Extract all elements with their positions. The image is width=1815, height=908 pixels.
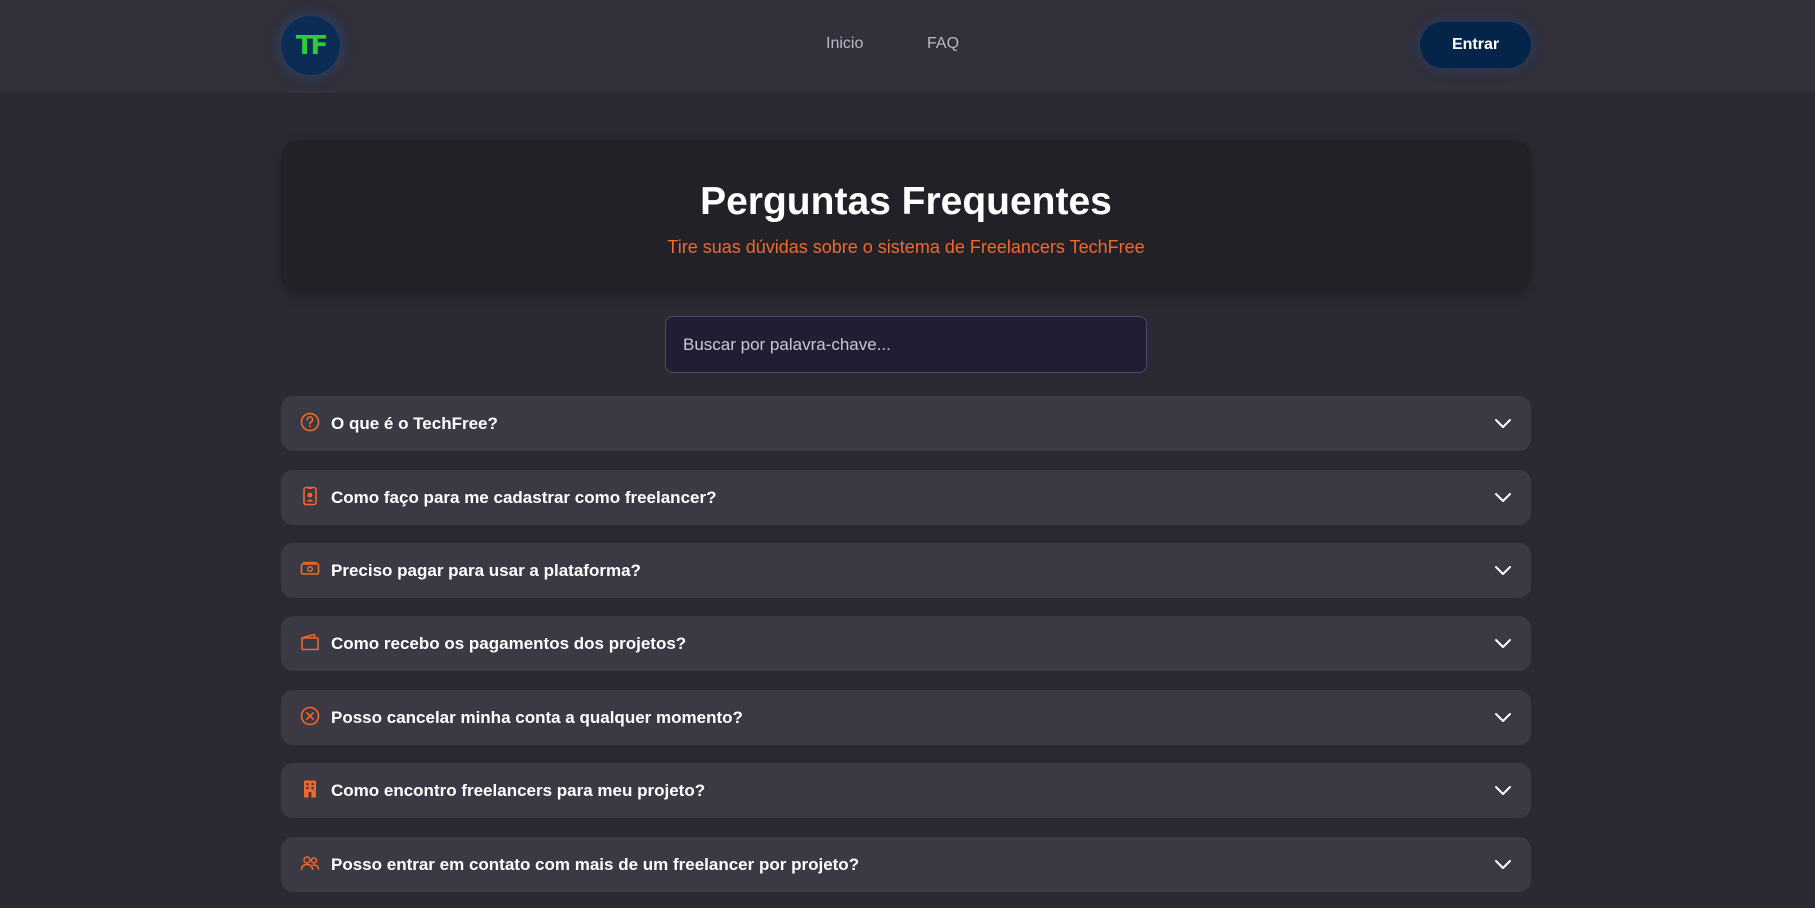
page-title: Perguntas Frequentes [700,180,1112,223]
chevron-down-icon [1495,566,1511,575]
building-icon [299,778,321,800]
money-bill-icon [299,558,321,580]
faq-question: Como faço para me cadastrar como freelan… [331,488,717,507]
users-icon [299,852,321,874]
faq-question: Como encontro freelancers para meu proje… [331,781,706,800]
faq-question: Posso entrar em contato com mais de um f… [331,855,860,874]
faq-item-cadastro[interactable]: Como faço para me cadastrar como freelan… [281,470,1531,525]
page-subtitle: Tire suas dúvidas sobre o sistema de Fre… [667,237,1145,257]
chevron-down-icon [1495,786,1511,795]
chevron-down-icon [1495,860,1511,869]
faq-item-techfree[interactable]: O que é o TechFree? [281,396,1531,451]
faq-question: Como recebo os pagamentos dos projetos? [331,634,687,653]
nav-links: Inicio FAQ [0,35,1815,57]
wallet-icon [299,631,321,653]
nav-link-inicio[interactable]: Inicio [826,35,863,53]
navbar: TF Inicio FAQ Entrar [0,0,1815,93]
faq-item-recebimento[interactable]: Como recebo os pagamentos dos projetos? [281,616,1531,671]
nav-link-faq[interactable]: FAQ [927,35,959,53]
chevron-down-icon [1495,639,1511,648]
login-button[interactable]: Entrar [1420,22,1531,68]
faq-question: Posso cancelar minha conta a qualquer mo… [331,708,743,727]
x-circle-icon [299,705,321,727]
chevron-down-icon [1495,713,1511,722]
faq-question: O que é o TechFree? [331,414,498,433]
id-badge-icon [299,485,321,507]
faq-item-contato-freelancers[interactable]: Posso entrar em contato com mais de um f… [281,837,1531,892]
faq-item-cancelar-conta[interactable]: Posso cancelar minha conta a qualquer mo… [281,690,1531,745]
chevron-down-icon [1495,419,1511,428]
faq-hero: Perguntas Frequentes Tire suas dúvidas s… [281,140,1531,292]
faq-item-pagamento-plataforma[interactable]: Preciso pagar para usar a plataforma? [281,543,1531,598]
search-input[interactable] [665,316,1147,373]
faq-question: Preciso pagar para usar a plataforma? [331,561,641,580]
question-circle-icon [299,411,321,433]
chevron-down-icon [1495,493,1511,502]
faq-item-encontrar-freelancers[interactable]: Como encontro freelancers para meu proje… [281,763,1531,818]
